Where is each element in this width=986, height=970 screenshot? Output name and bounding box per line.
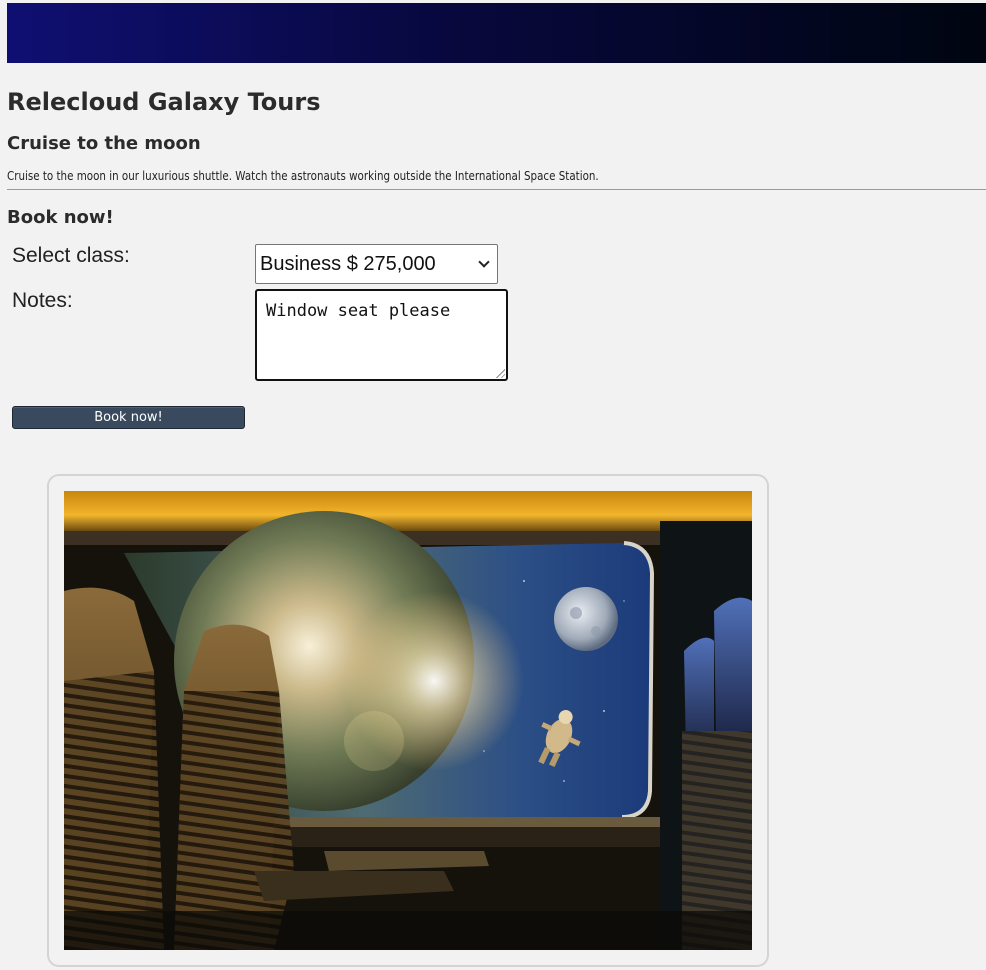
notes-label: Notes: (12, 289, 73, 312)
resize-grip-icon[interactable] (495, 368, 505, 378)
divider (7, 189, 986, 190)
tour-description: Cruise to the moon in our luxurious shut… (7, 169, 599, 183)
book-now-button[interactable]: Book now! (12, 406, 245, 429)
tour-image (64, 491, 752, 950)
class-select[interactable]: Business $ 275,000 (255, 244, 498, 284)
class-label: Select class: (12, 244, 130, 267)
site-title: Relecloud Galaxy Tours (7, 88, 321, 116)
notes-textarea[interactable]: Window seat please (255, 289, 508, 381)
class-select-value: Business $ 275,000 (260, 252, 436, 275)
chevron-down-icon (478, 255, 490, 268)
notes-value: Window seat please (266, 301, 451, 321)
tour-image-frame (47, 474, 769, 967)
booking-heading: Book now! (7, 207, 114, 228)
header-banner (7, 3, 986, 63)
tour-title: Cruise to the moon (7, 133, 201, 154)
